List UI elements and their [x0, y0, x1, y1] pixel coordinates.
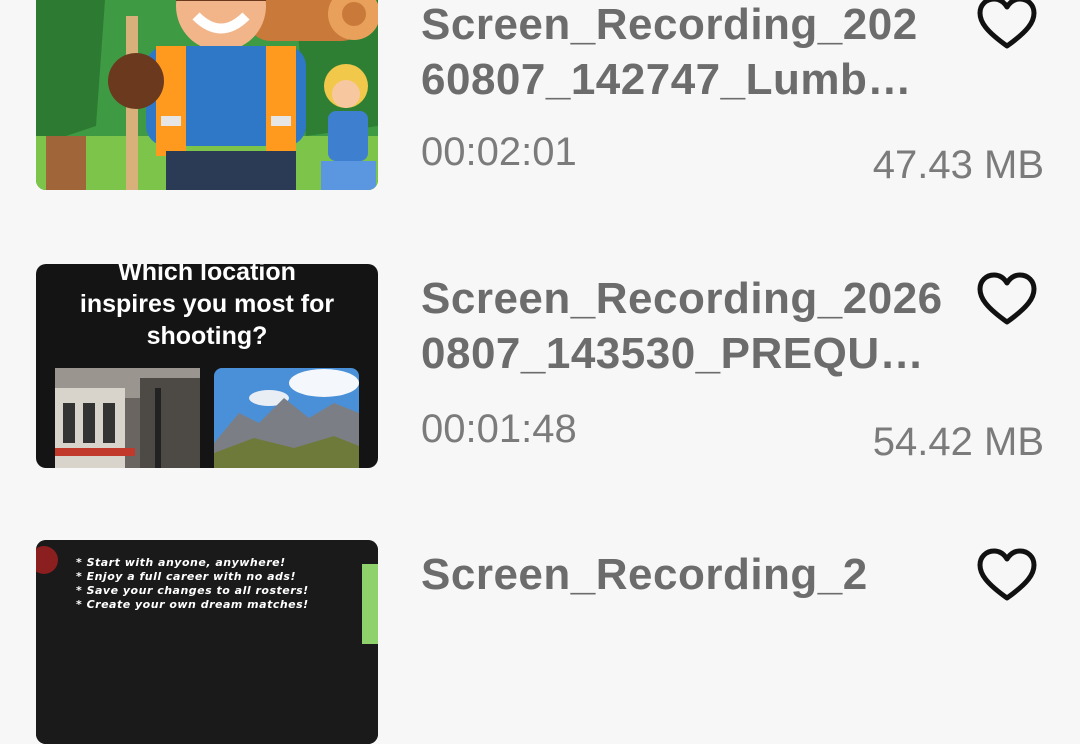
promo-text-line: * Start with anyone, anywhere! — [76, 556, 286, 569]
thumbnail-caption-line: shooting? — [146, 322, 268, 350]
list-item[interactable]: Screen_Recording_202 60807_142747_Lumb… … — [0, 0, 1080, 230]
heart-outline-icon[interactable] — [976, 0, 1038, 52]
train-station-photo — [55, 368, 200, 468]
video-size: 54.42 MB — [872, 420, 1044, 464]
video-title[interactable]: Screen_Recording_202 60807_142747_Lumb… — [421, 0, 961, 107]
video-size: 47.43 MB — [872, 143, 1044, 187]
thumbnail-caption: Which location inspires you most for sho… — [36, 264, 378, 352]
promo-text-line: * Enjoy a full career with no ads! — [76, 570, 296, 583]
video-title-line: 60807_142747_Lumb… — [421, 55, 912, 104]
promo-text-line: * Create your own dream matches! — [76, 598, 309, 611]
video-duration: 00:01:48 — [421, 407, 577, 451]
video-title[interactable]: Screen_Recording_2 — [421, 547, 961, 602]
video-thumbnail[interactable]: Which location inspires you most for sho… — [36, 264, 378, 468]
heart-outline-icon[interactable] — [976, 272, 1038, 328]
video-thumbnail[interactable] — [36, 0, 378, 190]
video-title-line: Screen_Recording_202 — [421, 0, 918, 49]
list-item[interactable]: * Start with anyone, anywhere! * Enjoy a… — [0, 506, 1080, 744]
list-item[interactable]: Which location inspires you most for sho… — [0, 230, 1080, 506]
video-title-line: Screen_Recording_2026 — [421, 274, 943, 323]
mountain-photo — [214, 368, 359, 468]
promo-text-line: * Save your changes to all rosters! — [76, 584, 309, 597]
video-duration: 00:02:01 — [421, 130, 577, 174]
thumbnail-caption-line: Which location — [118, 264, 296, 286]
heart-outline-icon[interactable] — [976, 548, 1038, 604]
video-title-line: 0807_143530_PREQU… — [421, 329, 925, 378]
thumbnail-caption-line: inspires you most for — [79, 290, 335, 318]
video-title[interactable]: Screen_Recording_2026 0807_143530_PREQU… — [421, 271, 961, 381]
video-title-line: Screen_Recording_2 — [421, 550, 868, 599]
lumberjack-thumbnail-art — [36, 0, 378, 190]
video-thumbnail[interactable]: * Start with anyone, anywhere! * Enjoy a… — [36, 540, 378, 744]
